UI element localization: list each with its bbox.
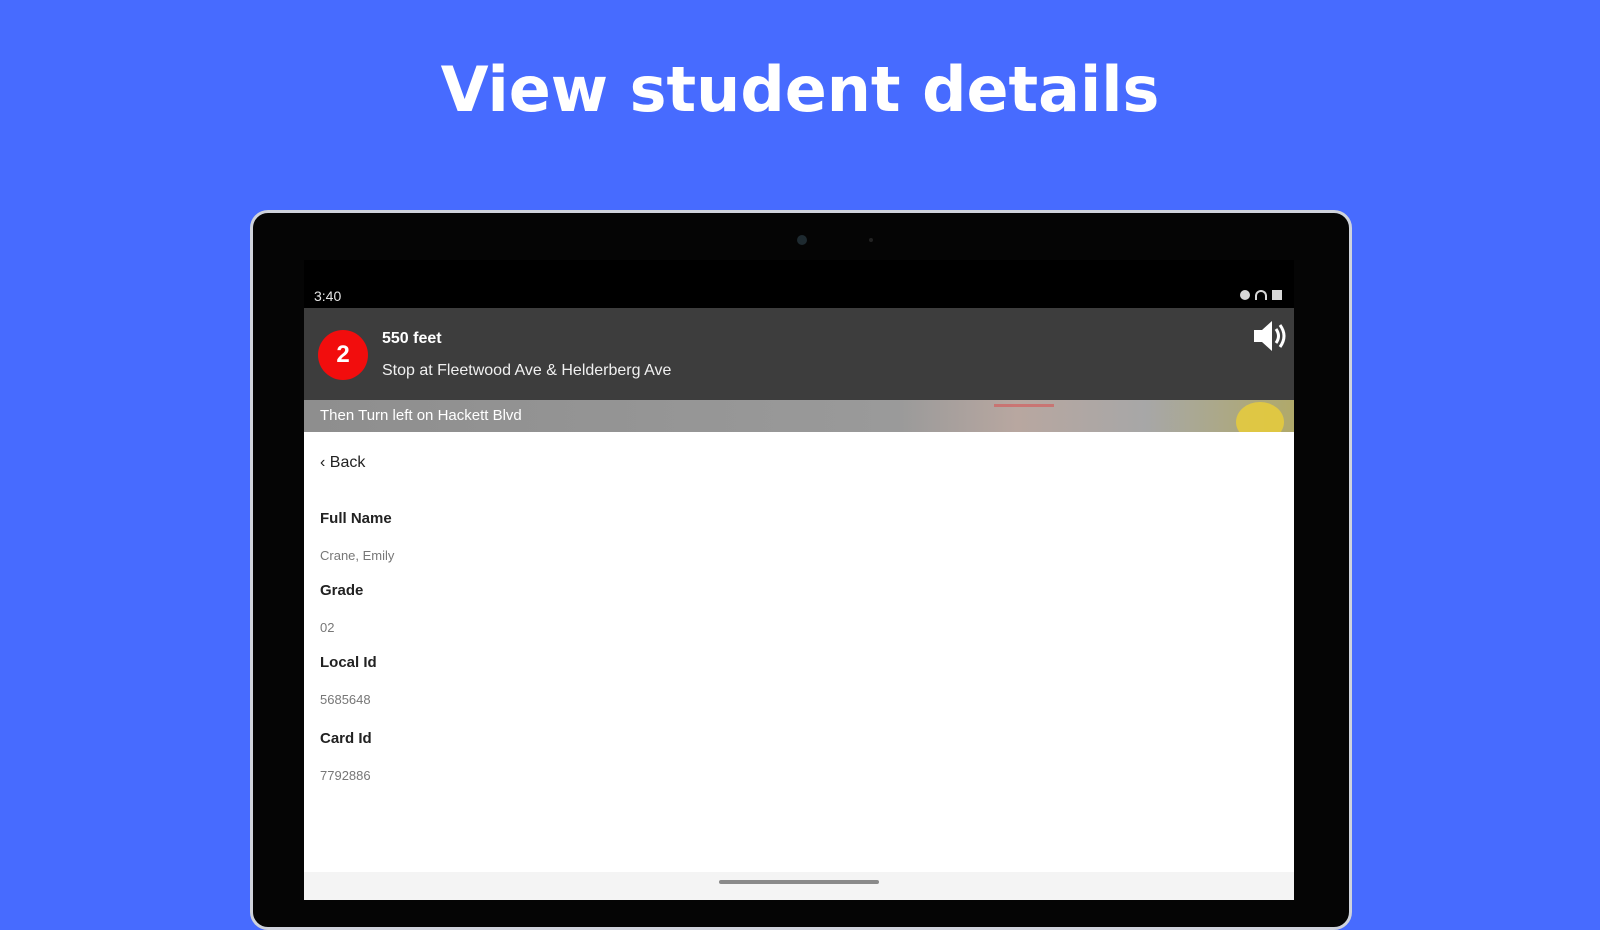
full-name-value: Crane, Emily	[320, 548, 395, 563]
page-headline: View student details	[440, 53, 1160, 126]
battery-icon	[1272, 290, 1282, 300]
tablet-screen: 3:40 2 550 feet Stop at Fleetwood Ave & …	[304, 260, 1294, 900]
back-button[interactable]: ‹ Back	[320, 454, 365, 472]
camera-icon	[797, 235, 807, 245]
status-bar: 3:40	[304, 260, 1294, 308]
full-name-label: Full Name	[320, 510, 392, 527]
maneuver-badge: 2	[318, 330, 368, 380]
card-id-label: Card Id	[320, 730, 372, 747]
sensor-dot	[869, 238, 873, 242]
maneuver-distance: 550 feet	[382, 330, 442, 347]
grade-label: Grade	[320, 582, 364, 599]
next-instruction-bar: Then Turn left on Hackett Blvd	[304, 400, 1294, 442]
card-id-value: 7792886	[320, 768, 371, 783]
local-id-label: Local Id	[320, 654, 377, 671]
speaker-icon[interactable]	[1250, 318, 1290, 354]
location-icon	[1240, 290, 1250, 300]
grade-value: 02	[320, 620, 335, 635]
wifi-icon	[1255, 290, 1267, 300]
local-id-value: 5685648	[320, 692, 371, 707]
status-icons	[1240, 290, 1282, 300]
maneuver-instruction: Stop at Fleetwood Ave & Helderberg Ave	[382, 362, 672, 379]
navigation-banner: 2 550 feet Stop at Fleetwood Ave & Helde…	[304, 308, 1294, 400]
gesture-bar	[304, 872, 1294, 900]
map-background-line	[994, 404, 1054, 407]
next-instruction: Then Turn left on Hackett Blvd	[320, 407, 522, 424]
status-time: 3:40	[314, 288, 342, 304]
student-details-panel: ‹ Back Full Name Crane, Emily Grade 02 L…	[304, 432, 1294, 872]
gesture-handle[interactable]	[719, 880, 879, 884]
